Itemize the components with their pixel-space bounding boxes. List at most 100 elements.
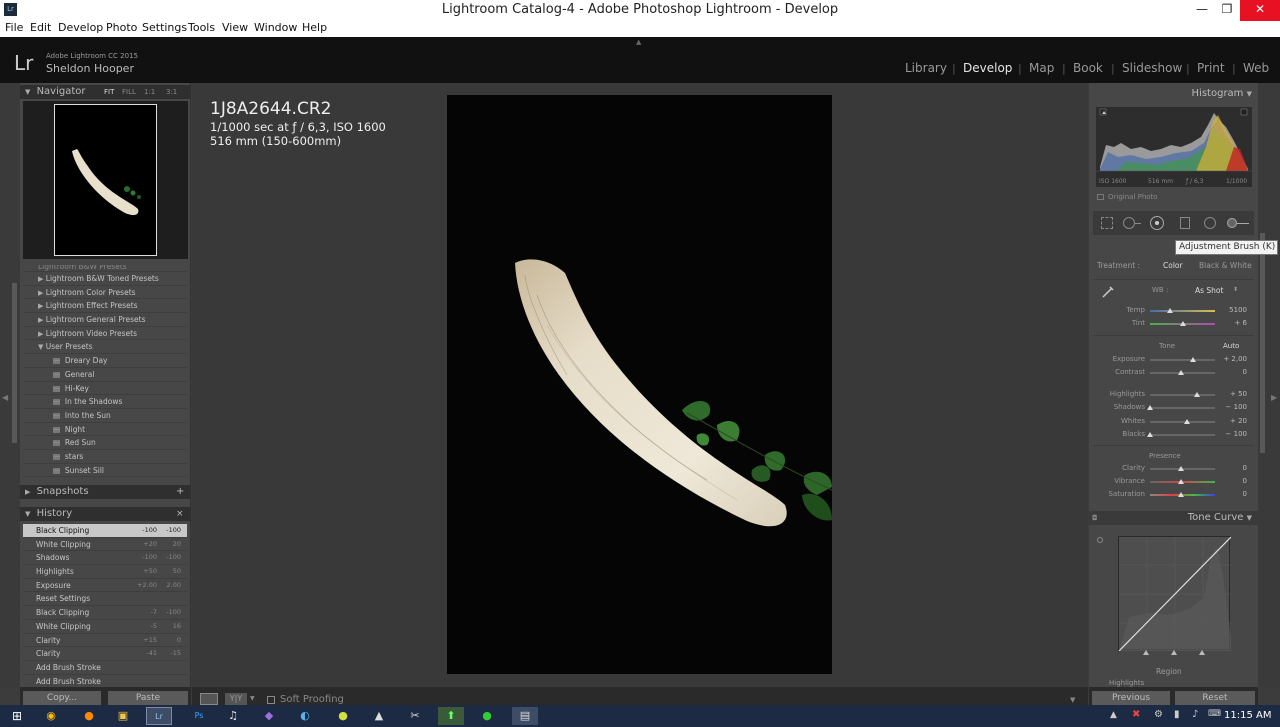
menu-settings[interactable]: Settings (142, 21, 187, 34)
chrome-icon[interactable]: ◉ (38, 707, 64, 725)
history-item[interactable]: Highlights +50 50 (23, 565, 187, 579)
zoom-1-1[interactable]: 1:1 (144, 85, 155, 99)
navigator-preview[interactable] (23, 101, 188, 259)
preset-folder-cut[interactable]: Lightroom B&W Presets (23, 265, 187, 272)
preset-folder[interactable]: ▶ Lightroom B&W Toned Presets (23, 272, 187, 286)
module-web[interactable]: Web (1243, 61, 1269, 75)
slider-value-saturation[interactable]: 0 (1217, 490, 1247, 498)
minimize-icon[interactable]: — (1188, 0, 1216, 21)
menu-view[interactable]: View (222, 21, 248, 34)
slider-knob-whites[interactable] (1184, 419, 1191, 424)
slider-track-blacks[interactable] (1150, 434, 1215, 436)
slider-value-clarity[interactable]: 0 (1217, 464, 1247, 472)
targeted-adjustment-icon[interactable] (1097, 537, 1103, 543)
toolbar-menu-icon[interactable]: ▼ (1070, 696, 1075, 704)
green-app-icon[interactable]: ⬆ (438, 707, 464, 725)
before-after-icon[interactable]: Y|Y (225, 693, 247, 705)
module-library[interactable]: Library (905, 61, 947, 75)
tool-app-icon[interactable]: ▲ (366, 707, 392, 725)
slider-knob-contrast[interactable] (1178, 370, 1184, 375)
dropdown-icon[interactable]: ▼ (250, 695, 255, 702)
media-app-icon[interactable]: ● (474, 707, 500, 725)
navigator-header[interactable]: ▼ Navigator FIT FILL 1:1 3:1 (20, 85, 191, 99)
preset-folder-user[interactable]: ▼ User Presets (23, 340, 187, 355)
history-item[interactable]: Add Brush Stroke (23, 675, 187, 687)
tray-volume-icon[interactable]: ♪ (1192, 709, 1198, 720)
slider-value-contrast[interactable]: 0 (1217, 368, 1247, 376)
slider-track-highlights[interactable] (1150, 394, 1215, 396)
history-item[interactable]: Black Clipping -7 -100 (23, 606, 187, 620)
tone-curve-header[interactable]: ◘ Tone Curve ▼ (1089, 511, 1258, 525)
history-item[interactable]: Shadows -100 -100 (23, 551, 187, 566)
history-item[interactable]: Add Brush Stroke (23, 661, 187, 675)
slider-value-temp[interactable]: 5100 (1217, 306, 1247, 314)
slider-value-shadows[interactable]: − 100 (1217, 403, 1247, 411)
menu-window[interactable]: Window (254, 21, 297, 34)
split-point-1[interactable] (1143, 650, 1149, 655)
history-item[interactable]: Black Clipping -100 -100 (23, 524, 187, 538)
scissors-app-icon[interactable]: ✂ (402, 707, 428, 725)
split-point-3[interactable] (1199, 650, 1205, 655)
preset-folder[interactable]: ▶ Lightroom Effect Presets (23, 299, 187, 314)
zoom-fit[interactable]: FIT (104, 85, 114, 99)
history-item[interactable]: Clarity +15 0 (23, 634, 187, 648)
preset-item[interactable]: ▤ Dreary Day (23, 354, 187, 368)
preset-item[interactable]: ▤ stars (23, 450, 187, 464)
history-item[interactable]: White Clipping -5 16 (23, 620, 187, 634)
module-slideshow[interactable]: Slideshow (1122, 61, 1182, 75)
tray-network-alert-icon[interactable]: ✖ (1132, 709, 1140, 720)
file-explorer-icon[interactable]: ▣ (110, 707, 136, 725)
slider-knob-clarity[interactable] (1178, 466, 1184, 471)
reset-button[interactable]: Reset (1175, 691, 1255, 705)
preset-item[interactable]: ▤ Hi-Key (23, 382, 187, 396)
slider-value-highlights[interactable]: + 50 (1217, 390, 1247, 398)
preset-folder[interactable]: ▶ Lightroom General Presets (23, 313, 187, 327)
slider-knob-temp[interactable] (1167, 308, 1174, 313)
clipboard-app-icon[interactable]: ▤ (512, 707, 538, 725)
preset-item[interactable]: ▤ Night (23, 423, 187, 437)
slider-knob-blacks[interactable] (1147, 432, 1153, 437)
slider-value-tint[interactable]: + 6 (1217, 319, 1247, 327)
lightroom-taskbar-icon[interactable]: Lr (146, 707, 172, 725)
menu-develop[interactable]: Develop (58, 21, 103, 34)
taskbar-clock[interactable]: 11:15 AM (1224, 710, 1271, 721)
preset-item[interactable]: ▤ Red Sun (23, 436, 187, 450)
soft-proofing-checkbox[interactable] (267, 696, 275, 704)
tray-up-arrow-icon[interactable]: ▲ (1110, 710, 1117, 720)
preset-item[interactable]: ▤ General (23, 368, 187, 382)
menu-photo[interactable]: Photo (106, 21, 137, 34)
slider-value-vibrance[interactable]: 0 (1217, 477, 1247, 485)
firefox-icon[interactable]: ● (76, 707, 102, 725)
navigator-thumbnail[interactable] (54, 104, 157, 256)
main-photo[interactable] (447, 95, 833, 674)
slider-knob-saturation[interactable] (1178, 492, 1184, 497)
menu-file[interactable]: File (5, 21, 23, 34)
tray-settings-icon[interactable]: ⚙ (1154, 709, 1163, 720)
tone-curve-toggle-icon[interactable]: ◘ (1092, 511, 1098, 525)
add-snapshot-icon[interactable]: + (176, 485, 184, 499)
itunes-icon[interactable]: ♫ (220, 707, 246, 725)
history-item[interactable]: Exposure +2.00 2.00 (23, 579, 187, 593)
maximize-icon[interactable]: ❐ (1213, 0, 1241, 21)
top-panel-toggle-icon[interactable]: ▲ (636, 38, 641, 46)
slider-knob-tint[interactable] (1179, 321, 1186, 326)
history-item[interactable]: Reset Settings (23, 592, 187, 607)
zoom-fill[interactable]: FILL (122, 85, 136, 99)
module-print[interactable]: Print (1197, 61, 1225, 75)
slider-value-exposure[interactable]: + 2,00 (1217, 355, 1247, 363)
history-item[interactable]: White Clipping +20 20 (23, 538, 187, 552)
start-windows-icon[interactable]: ⊞ (4, 707, 30, 725)
preset-folder[interactable]: ▶ Lightroom Color Presets (23, 286, 187, 300)
snapshots-header[interactable]: ▶ Snapshots + (20, 485, 191, 499)
photoshop-icon[interactable]: Ps (186, 707, 212, 725)
visual-studio-icon[interactable]: ◆ (256, 707, 282, 725)
preset-item[interactable]: ▤ Sunset Sill (23, 464, 187, 478)
copy-button[interactable]: Copy... (23, 691, 101, 705)
zoom-3-1[interactable]: 3:1 (166, 85, 177, 99)
slider-knob-exposure[interactable] (1190, 357, 1197, 362)
module-map[interactable]: Map (1029, 61, 1054, 75)
left-panel-toggle-icon[interactable]: ◀ (2, 393, 8, 402)
menu-edit[interactable]: Edit (30, 21, 51, 34)
app-icon[interactable]: ◐ (292, 707, 318, 725)
menu-help[interactable]: Help (302, 21, 327, 34)
